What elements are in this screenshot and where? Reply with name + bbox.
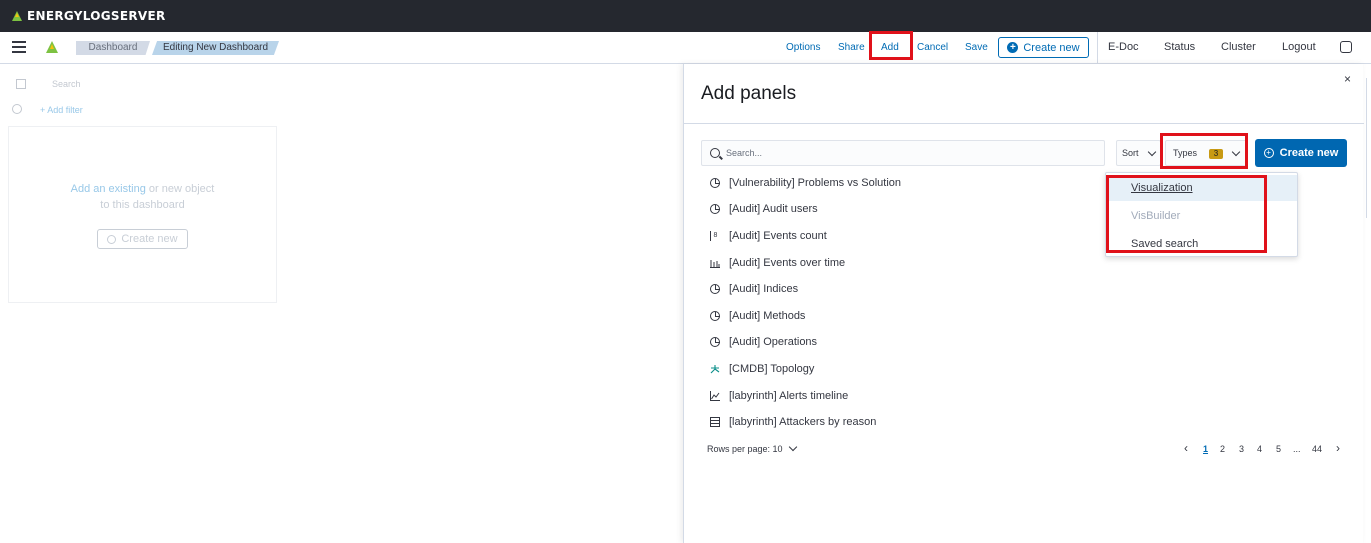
page-44[interactable]: 44	[1312, 444, 1322, 454]
cancel-link[interactable]: Cancel	[917, 41, 948, 55]
scrollbar[interactable]	[1366, 78, 1371, 218]
pie-chart-icon	[710, 204, 720, 214]
list-item-label: [labyrinth] Alerts timeline	[729, 390, 849, 402]
topology-icon	[710, 365, 720, 374]
list-item-label: [Audit] Operations	[729, 336, 818, 348]
sort-button[interactable]: Sort	[1116, 140, 1161, 166]
list-item-label: [Vulnerability] Problems vs Solution	[729, 177, 902, 189]
hamburger-menu-icon[interactable]	[12, 41, 26, 55]
type-option-visualization[interactable]: Visualization	[1106, 175, 1297, 201]
add-existing-link[interactable]: Add an existing	[71, 183, 146, 195]
empty-dashboard-text-line2: to this dashboard	[100, 199, 185, 211]
header-divider	[1097, 32, 1098, 63]
list-item-label: [labyrinth] Attackers by reason	[729, 416, 877, 428]
list-item-label: [Audit] Indices	[729, 283, 799, 295]
pie-chart-icon	[710, 284, 720, 294]
flyout-title: Add panels	[701, 83, 797, 104]
page-3[interactable]: 3	[1239, 444, 1244, 454]
list-item[interactable]: [Audit] Events over time	[710, 254, 845, 272]
list-item[interactable]: [labyrinth] Attackers by reason	[710, 413, 876, 431]
query-search-placeholder[interactable]: Search	[52, 79, 81, 89]
filter-icon[interactable]	[12, 104, 22, 114]
page-2[interactable]: 2	[1220, 444, 1225, 454]
chevron-left-icon[interactable]: ‹	[1184, 441, 1188, 455]
plus-circle-icon: +	[1263, 148, 1274, 158]
save-link[interactable]: Save	[965, 41, 988, 55]
header-create-new-label: Create new	[1023, 41, 1080, 54]
list-item-label: [Audit] Audit users	[729, 203, 818, 215]
brand-name: ENERGYLOGSERVER	[27, 9, 166, 23]
list-item-label: [CMDB] Topology	[729, 363, 815, 375]
help-icon[interactable]	[1340, 41, 1352, 53]
empty-dashboard-text: Add an existing or new object	[8, 183, 277, 195]
list-item-label: [Audit] Methods	[729, 310, 806, 322]
search-input[interactable]	[726, 144, 1096, 162]
search-field[interactable]	[701, 140, 1105, 166]
list-item[interactable]: [Audit] Methods	[710, 307, 805, 325]
options-link[interactable]: Options	[786, 41, 820, 55]
page-ellipsis: ...	[1293, 444, 1301, 454]
dashboard-create-new-label: Create new	[121, 233, 178, 245]
flyout-divider	[684, 123, 1364, 124]
search-icon	[710, 148, 720, 158]
bar-chart-icon	[710, 260, 720, 268]
list-item-label: [Audit] Events over time	[729, 257, 846, 269]
chevron-down-icon	[1231, 147, 1241, 157]
edoc-link[interactable]: E-Doc	[1108, 41, 1139, 53]
types-label: Types	[1173, 148, 1198, 158]
create-new-label: Create new	[1279, 147, 1339, 159]
page-1[interactable]: 1	[1203, 444, 1208, 454]
list-item[interactable]: [Audit] Operations	[710, 333, 817, 351]
empty-dashboard-panel	[8, 126, 277, 303]
create-new-button[interactable]: + Create new	[1255, 139, 1347, 167]
types-filter-button[interactable]: Types 3	[1165, 140, 1248, 166]
share-link[interactable]: Share	[838, 41, 865, 55]
chevron-down-icon	[788, 442, 798, 452]
app-logo-icon[interactable]	[44, 39, 60, 55]
status-link[interactable]: Status	[1164, 41, 1195, 53]
brand-bar: ENERGYLOGSERVER	[0, 0, 1371, 32]
dashboard-create-new-button[interactable]: Create new	[97, 229, 188, 249]
header-create-new-button[interactable]: + Create new	[998, 37, 1089, 58]
list-item-label: [Audit] Events count	[729, 230, 827, 242]
plus-circle-icon	[107, 234, 117, 244]
energylogserver-logo-icon	[12, 11, 22, 21]
rows-per-page-label: Rows per page: 10	[707, 444, 783, 454]
metric-icon: 8	[710, 231, 720, 241]
chevron-right-icon[interactable]: ›	[1336, 441, 1340, 455]
breadcrumb-editing-dashboard: Editing New Dashboard	[152, 41, 279, 55]
chevron-down-icon	[1147, 147, 1157, 157]
pie-chart-icon	[710, 178, 720, 188]
list-item[interactable]: [labyrinth] Alerts timeline	[710, 387, 848, 405]
table-icon	[710, 417, 720, 427]
sort-label: Sort	[1122, 148, 1139, 158]
list-item[interactable]: [Vulnerability] Problems vs Solution	[710, 174, 901, 192]
list-item[interactable]: 8 [Audit] Events count	[710, 227, 827, 245]
pie-chart-icon	[710, 337, 720, 347]
saved-query-icon[interactable]	[16, 79, 26, 89]
rows-per-page-button[interactable]: Rows per page: 10	[707, 442, 798, 454]
line-chart-icon	[710, 391, 720, 401]
add-filter-link[interactable]: + Add filter	[40, 105, 83, 115]
close-icon[interactable]: ×	[1344, 72, 1351, 86]
type-option-visbuilder[interactable]: VisBuilder	[1106, 203, 1297, 229]
logout-link[interactable]: Logout	[1282, 41, 1316, 53]
breadcrumb-dashboard[interactable]: Dashboard	[76, 41, 150, 55]
list-item[interactable]: [Audit] Audit users	[710, 200, 818, 218]
type-option-saved-search[interactable]: Saved search	[1106, 231, 1297, 257]
types-count-badge: 3	[1209, 149, 1223, 159]
list-item[interactable]: [CMDB] Topology	[710, 360, 814, 378]
types-dropdown: Visualization VisBuilder Saved search	[1105, 172, 1298, 257]
plus-circle-icon: +	[1007, 42, 1019, 53]
pie-chart-icon	[710, 311, 720, 321]
list-item[interactable]: [Audit] Indices	[710, 280, 798, 298]
add-link[interactable]: Add	[881, 41, 899, 55]
empty-text-rest: or new object	[145, 183, 215, 195]
page-4[interactable]: 4	[1257, 444, 1262, 454]
cluster-link[interactable]: Cluster	[1221, 41, 1256, 53]
add-panels-flyout: Add panels × Sort Types 3 + Create new […	[683, 64, 1364, 543]
page-5[interactable]: 5	[1276, 444, 1281, 454]
